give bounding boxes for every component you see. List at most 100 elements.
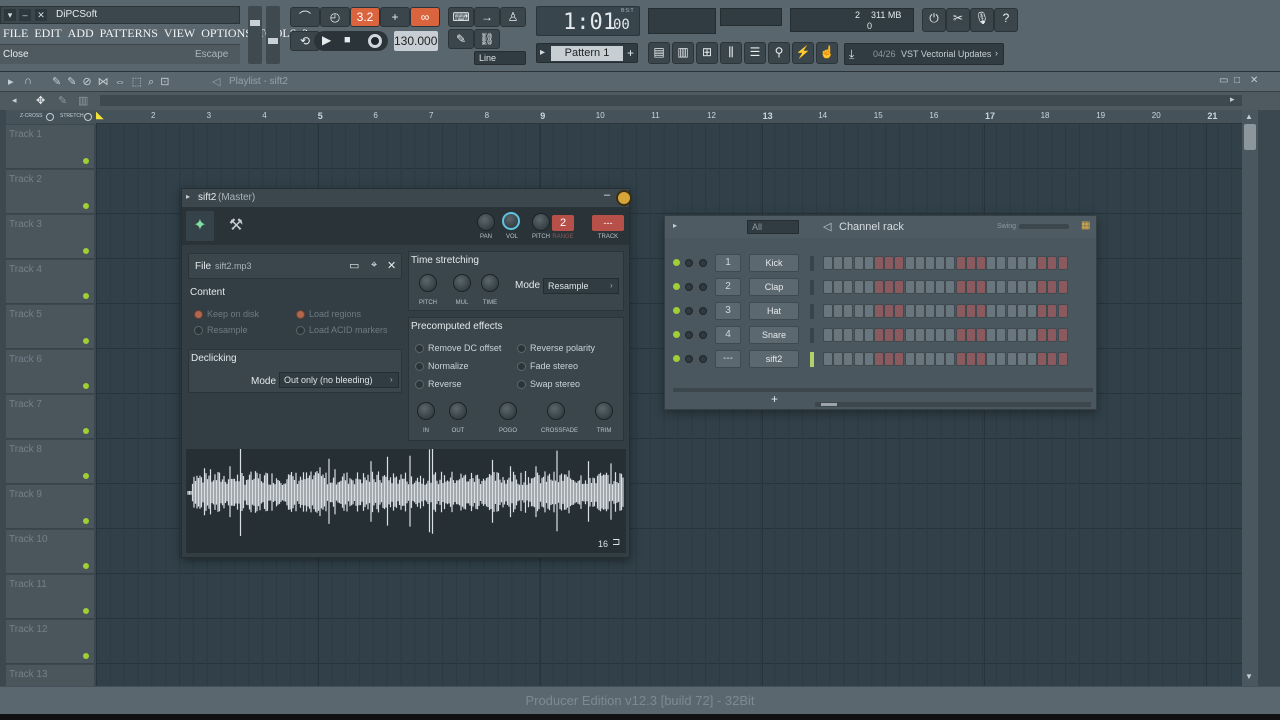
step-button[interactable]: [1037, 352, 1048, 366]
step-button[interactable]: [1027, 256, 1037, 270]
step-button[interactable]: [874, 256, 884, 270]
load-regions-option[interactable]: Load regions: [296, 309, 361, 319]
step-button[interactable]: [935, 328, 946, 342]
snap-selector[interactable]: Line: [474, 51, 526, 65]
step-button[interactable]: [1027, 280, 1037, 294]
step-button[interactable]: [976, 352, 986, 366]
step-button[interactable]: [986, 304, 997, 318]
timeline-ruler[interactable]: ◣ 2 3 4 5 6 7 8 9 10 11 12 13 14 15 16 17 18 19 20 21: [96, 110, 1242, 124]
step-button[interactable]: [935, 280, 946, 294]
step-button[interactable]: [894, 328, 905, 342]
master-volume-slider[interactable]: [248, 6, 262, 64]
pattern-selector[interactable]: ▸ Pattern 1 +: [536, 43, 638, 63]
track-header[interactable]: Track 5: [6, 305, 94, 349]
wait-input-button[interactable]: ◴: [320, 7, 350, 27]
graph-editor-icon[interactable]: ▦: [1081, 220, 1090, 231]
step-button[interactable]: [1016, 352, 1027, 366]
channel-pan-knob[interactable]: [685, 307, 693, 315]
step-button[interactable]: [874, 304, 884, 318]
channel-volume-knob[interactable]: [699, 307, 707, 315]
scroll-up-icon[interactable]: ▲: [1245, 112, 1253, 121]
track-header[interactable]: Track 8: [6, 440, 94, 484]
step-button[interactable]: [1037, 328, 1048, 342]
mixer-track-number[interactable]: 3: [715, 302, 741, 320]
mixer-track-number[interactable]: 1: [715, 254, 741, 272]
scroll-left-icon[interactable]: ◂: [12, 95, 17, 106]
track-mute-led[interactable]: [83, 473, 89, 479]
browser-icon[interactable]: ☰: [744, 42, 766, 64]
step-button[interactable]: [914, 352, 925, 366]
channel-name-button[interactable]: Hat: [749, 302, 799, 320]
volume-knob[interactable]: [502, 212, 520, 230]
step-button[interactable]: [884, 328, 895, 342]
step-button[interactable]: [986, 328, 997, 342]
step-button[interactable]: [996, 304, 1007, 318]
step-button[interactable]: [925, 352, 935, 366]
stretch-pitch-knob[interactable]: [419, 274, 437, 292]
step-button[interactable]: [925, 256, 935, 270]
range-display[interactable]: 2: [552, 215, 574, 231]
wrench-icon[interactable]: ⚒: [222, 211, 250, 241]
playlist-icon[interactable]: ▤: [648, 42, 670, 64]
move-tool-icon[interactable]: ✥: [36, 94, 45, 107]
playhead-marker[interactable]: ◣: [96, 110, 104, 121]
step-button[interactable]: [914, 328, 925, 342]
step-button[interactable]: [874, 328, 884, 342]
track-mute-led[interactable]: [83, 158, 89, 164]
close-icon[interactable]: ✕: [35, 9, 47, 21]
load-acid-markers-option[interactable]: Load ACID markers: [296, 325, 388, 335]
step-button[interactable]: [965, 280, 976, 294]
step-button[interactable]: [1016, 280, 1027, 294]
keep-on-disk-option[interactable]: Keep on disk: [194, 309, 259, 319]
horizontal-scrollbar[interactable]: [100, 95, 1242, 106]
step-button[interactable]: [904, 304, 915, 318]
power-icon[interactable]: ⏻: [922, 8, 946, 32]
track-header[interactable]: Track 3: [6, 215, 94, 259]
track-mute-led[interactable]: [83, 338, 89, 344]
menu-options[interactable]: OPTIONS: [198, 25, 255, 42]
playlist-maximize-icon[interactable]: □: [1234, 75, 1240, 86]
remove-file-icon[interactable]: ✕: [387, 259, 396, 272]
sampler-menu-icon[interactable]: ▸: [186, 192, 190, 201]
sampler-title-bar[interactable]: ▸ sift2 (Master) –: [182, 189, 632, 207]
menu-patterns[interactable]: PATTERNS: [97, 25, 161, 42]
crossfade-knob[interactable]: [547, 402, 565, 420]
scroll-thumb[interactable]: [1244, 124, 1256, 150]
track-mute-led[interactable]: [83, 608, 89, 614]
step-button[interactable]: [843, 256, 854, 270]
step-button[interactable]: [945, 304, 956, 318]
zcross-toggle[interactable]: [46, 113, 54, 121]
channel-select-indicator[interactable]: [810, 352, 814, 367]
microphone-icon[interactable]: 🎙: [970, 8, 994, 32]
out-knob[interactable]: [449, 402, 467, 420]
waveform-view[interactable]: 16 ⊐: [186, 449, 626, 553]
step-button[interactable]: [925, 280, 935, 294]
stop-icon[interactable]: ■: [344, 34, 351, 46]
mixer-track-number[interactable]: 2: [715, 278, 741, 296]
step-button[interactable]: [965, 256, 976, 270]
channel-name-button[interactable]: Kick: [749, 254, 799, 272]
step-button[interactable]: [894, 280, 905, 294]
sampler-close-icon[interactable]: [616, 190, 632, 206]
step-button[interactable]: [965, 328, 976, 342]
step-button[interactable]: [945, 328, 956, 342]
typing-keyboard-icon[interactable]: ⌨: [448, 7, 474, 27]
step-button[interactable]: [1047, 328, 1058, 342]
step-button[interactable]: [833, 328, 844, 342]
step-button[interactable]: [863, 280, 874, 294]
metronome-icon[interactable]: ⌒: [290, 7, 320, 27]
track-mute-led[interactable]: [83, 293, 89, 299]
step-button[interactable]: [1037, 256, 1048, 270]
step-button[interactable]: [996, 256, 1007, 270]
step-button[interactable]: [914, 280, 925, 294]
step-button[interactable]: [914, 304, 925, 318]
mixer-track-number[interactable]: 4: [715, 326, 741, 344]
step-button[interactable]: [863, 304, 874, 318]
step-button[interactable]: [1006, 328, 1017, 342]
step-button[interactable]: [914, 256, 925, 270]
step-button[interactable]: [996, 352, 1007, 366]
sample-settings-tab[interactable]: ✦: [186, 211, 214, 241]
song-position-display[interactable]: 1:01 00 B:S:T: [536, 6, 640, 36]
channel-mute-led[interactable]: [673, 259, 680, 266]
step-button[interactable]: [904, 352, 915, 366]
